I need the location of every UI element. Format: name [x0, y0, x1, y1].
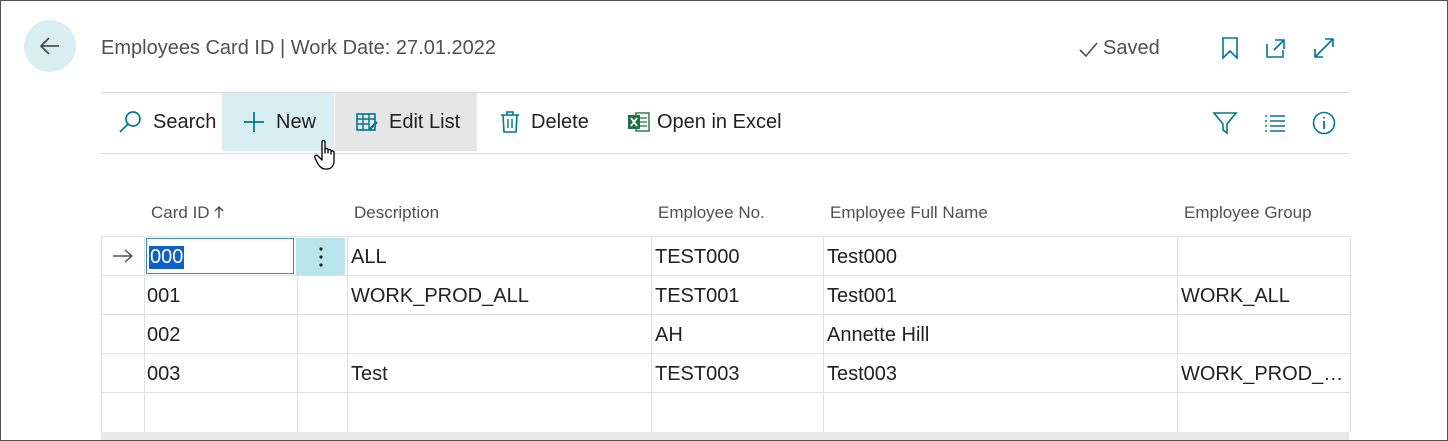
hand-cursor-icon	[314, 139, 335, 170]
bookmark-icon[interactable]	[1218, 36, 1242, 60]
delete-label: Delete	[531, 110, 589, 133]
card-id-input-value: 000	[149, 246, 185, 269]
cell-employee-full-name[interactable]: Test003	[827, 363, 897, 386]
back-button[interactable]	[24, 20, 76, 72]
row-actions-button[interactable]	[296, 238, 345, 275]
cell-description[interactable]: ALL	[351, 246, 387, 269]
current-row-arrow-icon	[113, 249, 134, 263]
open-in-excel-button[interactable]: Open in Excel	[627, 93, 782, 151]
save-status: Saved	[1077, 37, 1160, 60]
excel-icon	[628, 112, 650, 132]
cell-card-id[interactable]: 002	[147, 324, 180, 347]
arrow-left-icon	[39, 37, 59, 55]
cell-employee-full-name[interactable]: Annette Hill	[827, 324, 929, 347]
card-id-input[interactable]: 000	[146, 238, 294, 274]
column-header-employee-full-name[interactable]: Employee Full Name	[830, 203, 988, 223]
trash-icon	[501, 111, 519, 133]
cell-employee-no[interactable]: TEST003	[655, 363, 739, 386]
plus-icon	[244, 112, 264, 132]
action-bar: Search New Edit List Delete Open in Exce…	[101, 92, 1349, 154]
column-header-description[interactable]: Description	[354, 203, 439, 223]
edit-list-label: Edit List	[389, 110, 461, 133]
horizontal-scrollbar[interactable]	[101, 432, 1349, 440]
cell-employee-no[interactable]: TEST001	[655, 285, 739, 308]
delete-button[interactable]: Delete	[499, 93, 589, 151]
new-label: New	[276, 110, 317, 133]
table-row[interactable]: 001 WORK_PROD_ALL TEST001 Test001 WORK_A…	[102, 275, 1350, 315]
cell-employee-no[interactable]: AH	[655, 324, 683, 347]
table-row-empty[interactable]	[102, 392, 1350, 432]
list-view-icon[interactable]	[1262, 110, 1288, 136]
edit-list-icon	[356, 113, 378, 131]
sort-ascending-icon	[214, 205, 224, 218]
save-status-label: Saved	[1103, 37, 1160, 59]
cell-description[interactable]: Test	[351, 363, 388, 386]
column-header-employee-no[interactable]: Employee No.	[658, 203, 765, 223]
cell-card-id[interactable]: 001	[147, 285, 180, 308]
table-row[interactable]: 003 Test TEST003 Test003 WORK_PROD_A...	[102, 353, 1350, 393]
info-icon[interactable]	[1311, 110, 1337, 136]
page-title: Employees Card ID | Work Date: 27.01.202…	[101, 37, 497, 59]
column-header-card-id[interactable]: Card ID	[151, 203, 224, 223]
cell-employee-no[interactable]: TEST000	[655, 246, 739, 269]
filter-icon[interactable]	[1212, 110, 1238, 136]
column-header-employee-group[interactable]: Employee Group	[1184, 203, 1312, 223]
column-header-card-id-label: Card ID	[151, 203, 210, 222]
cell-description[interactable]: WORK_PROD_ALL	[351, 285, 529, 308]
search-icon	[119, 111, 141, 133]
cell-employee-group[interactable]: WORK_PROD_A...	[1181, 363, 1347, 386]
open-new-window-icon[interactable]	[1264, 36, 1288, 60]
open-in-excel-label: Open in Excel	[657, 110, 782, 133]
expand-icon[interactable]	[1312, 36, 1336, 60]
cell-employee-full-name[interactable]: Test000	[827, 246, 897, 269]
more-options-icon	[318, 246, 323, 267]
cell-employee-full-name[interactable]: Test001	[827, 285, 897, 308]
table-row[interactable]: 002 AH Annette Hill	[102, 314, 1350, 354]
cell-employee-group[interactable]: WORK_ALL	[1181, 285, 1347, 308]
cell-card-id[interactable]: 003	[147, 363, 180, 386]
edit-list-button[interactable]: Edit List	[335, 93, 477, 151]
checkmark-icon	[1079, 41, 1098, 57]
search-button[interactable]: Search	[117, 93, 216, 151]
search-label: Search	[153, 110, 217, 133]
